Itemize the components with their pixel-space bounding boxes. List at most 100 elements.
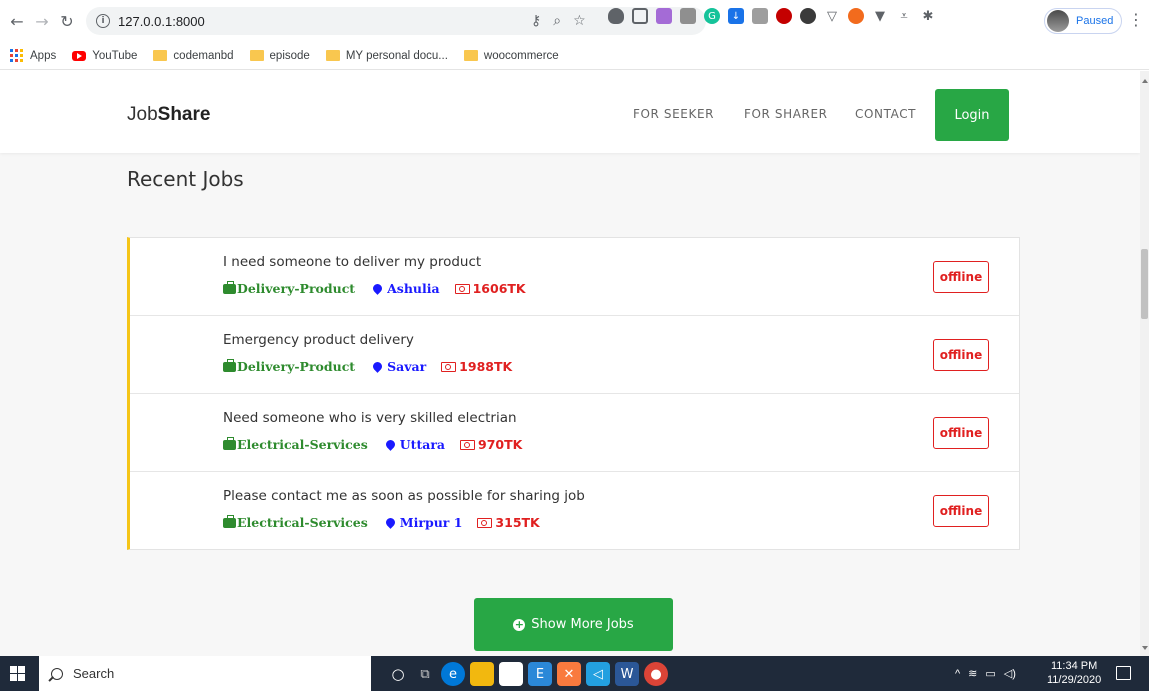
back-arrow-icon[interactable]: ← — [6, 10, 28, 32]
status-badge: offline — [933, 261, 989, 293]
reload-icon[interactable]: ↻ — [56, 10, 78, 32]
volume-icon[interactable]: ◁) — [1004, 667, 1016, 680]
zoom-icon[interactable]: ⌕ — [553, 13, 561, 29]
bookmark-label: YouTube — [92, 49, 138, 62]
bookmarks-bar: Apps YouTube codemanbd episode MY person… — [0, 42, 1149, 70]
shield-icon[interactable] — [608, 8, 624, 24]
cortana-icon[interactable]: ○ — [386, 662, 410, 686]
job-category: Electrical-Services — [223, 514, 368, 530]
money-icon — [454, 283, 470, 294]
windows-start-icon[interactable] — [10, 666, 25, 681]
k-icon[interactable] — [800, 8, 816, 24]
job-location: Ashulia — [371, 281, 440, 296]
battery-icon[interactable]: ▭ — [985, 667, 995, 680]
site-logo[interactable]: JobShare — [127, 104, 210, 126]
scroll-up-icon[interactable] — [1142, 79, 1148, 83]
vue-icon[interactable]: ▽ — [824, 8, 840, 24]
job-list: I need someone to deliver my product Del… — [127, 237, 1020, 550]
star-icon[interactable]: ☆ — [573, 13, 586, 29]
plus-circle-icon: + — [513, 617, 526, 631]
map-pin-icon — [383, 516, 397, 529]
nav-contact[interactable]: CONTACT — [855, 107, 916, 121]
briefcase-icon — [223, 436, 236, 450]
job-meta: Delivery-Product Ashulia 1606TK — [223, 280, 526, 296]
key-icon[interactable]: ⚷ — [531, 13, 541, 29]
scroll-thumb[interactable] — [1141, 249, 1148, 319]
job-price: 1606TK — [454, 281, 526, 296]
wifi-icon[interactable]: ≋ — [968, 667, 977, 680]
xampp-icon[interactable]: ✕ — [557, 662, 581, 686]
grammarly-icon[interactable]: G — [704, 8, 720, 24]
chevron-up-icon[interactable]: ^ — [955, 668, 960, 680]
job-title[interactable]: Please contact me as soon as possible fo… — [223, 488, 585, 504]
map-pin-icon — [371, 360, 384, 373]
download-icon[interactable]: ↓ — [728, 8, 744, 24]
camera-icon[interactable] — [752, 8, 768, 24]
bookmark-woocommerce[interactable]: woocommerce — [463, 50, 559, 62]
map-pin-icon — [371, 282, 384, 295]
chrome-icon[interactable]: ● — [644, 662, 668, 686]
folder-icon — [249, 50, 264, 61]
forward-arrow-icon[interactable]: → — [31, 10, 53, 32]
bookmark-codemanbd[interactable]: codemanbd — [153, 49, 234, 62]
list-item[interactable]: I need someone to deliver my product Del… — [130, 238, 1019, 316]
screenshot-icon[interactable] — [632, 8, 648, 24]
system-tray: ^ ≋ ▭ ◁) — [955, 656, 1016, 691]
bookmark-apps[interactable]: Apps — [10, 48, 56, 63]
search-icon — [51, 667, 63, 680]
nav-for-sharer[interactable]: FOR SHARER — [744, 107, 828, 121]
bookmark-personal-docs[interactable]: MY personal docu... — [325, 50, 448, 62]
job-title[interactable]: I need someone to deliver my product — [223, 254, 481, 270]
briefcase-icon — [223, 358, 236, 372]
job-location-label: Uttara — [399, 437, 446, 452]
omnibox-actions: ⚷ ⌕ ☆ — [531, 7, 586, 35]
job-price: 315TK — [477, 515, 540, 530]
nav-for-seeker[interactable]: FOR SEEKER — [633, 107, 714, 121]
ad-block-icon[interactable] — [776, 8, 792, 24]
taskbar-clock[interactable]: 11:34 PM 11/29/2020 — [1047, 659, 1101, 687]
menu-kebab-icon[interactable]: ⋮ — [1128, 10, 1144, 29]
profile-status: Paused — [1076, 15, 1114, 27]
taskbar-search[interactable]: Search — [39, 656, 371, 691]
show-more-jobs-button[interactable]: + Show More Jobs — [474, 598, 673, 651]
bookmark-episode[interactable]: episode — [249, 50, 310, 62]
word-icon[interactable]: W — [615, 662, 639, 686]
bookmark-label: codemanbd — [173, 49, 234, 62]
bookmark-youtube[interactable]: YouTube — [72, 50, 137, 62]
page-scrollbar[interactable] — [1140, 71, 1149, 656]
list-item[interactable]: Emergency product delivery Delivery-Prod… — [130, 316, 1019, 394]
filter-icon[interactable]: ⩡ — [896, 8, 912, 24]
v-icon[interactable]: ▼ — [872, 8, 888, 24]
job-price-label: 970TK — [478, 437, 523, 452]
job-title[interactable]: Need someone who is very skilled electri… — [223, 410, 517, 426]
pen-icon[interactable] — [656, 8, 672, 24]
job-title[interactable]: Emergency product delivery — [223, 332, 414, 348]
edge-icon[interactable]: e — [441, 662, 465, 686]
folder-icon — [325, 50, 340, 61]
money-icon — [460, 439, 476, 450]
editor-icon[interactable]: E — [528, 662, 552, 686]
list-item[interactable]: Need someone who is very skilled electri… — [130, 394, 1019, 472]
job-category-label: Delivery-Product — [237, 359, 356, 374]
store-icon[interactable] — [499, 662, 523, 686]
notification-icon[interactable] — [1116, 666, 1131, 680]
task-view-icon[interactable]: ⧉ — [413, 662, 437, 686]
job-meta: Delivery-Product Savar 1988TK — [223, 358, 513, 374]
money-icon — [477, 517, 493, 528]
profile-button[interactable]: Paused — [1044, 8, 1122, 34]
job-location-label: Mirpur 1 — [399, 515, 463, 530]
block-icon[interactable] — [848, 8, 864, 24]
eyedropper-icon[interactable] — [680, 8, 696, 24]
job-price-label: 1988TK — [459, 359, 513, 374]
file-explorer-icon[interactable] — [470, 662, 494, 686]
briefcase-icon — [223, 514, 236, 528]
vscode-icon[interactable]: ◁ — [586, 662, 610, 686]
scroll-down-icon[interactable] — [1142, 646, 1148, 650]
puzzle-icon[interactable]: ✱ — [920, 8, 936, 24]
login-button[interactable]: Login — [935, 89, 1009, 141]
job-meta: Electrical-Services Uttara 970TK — [223, 436, 522, 452]
list-item[interactable]: Please contact me as soon as possible fo… — [130, 472, 1019, 549]
info-icon[interactable]: i — [96, 14, 110, 28]
job-price: 970TK — [460, 437, 522, 452]
status-badge: offline — [933, 495, 989, 527]
